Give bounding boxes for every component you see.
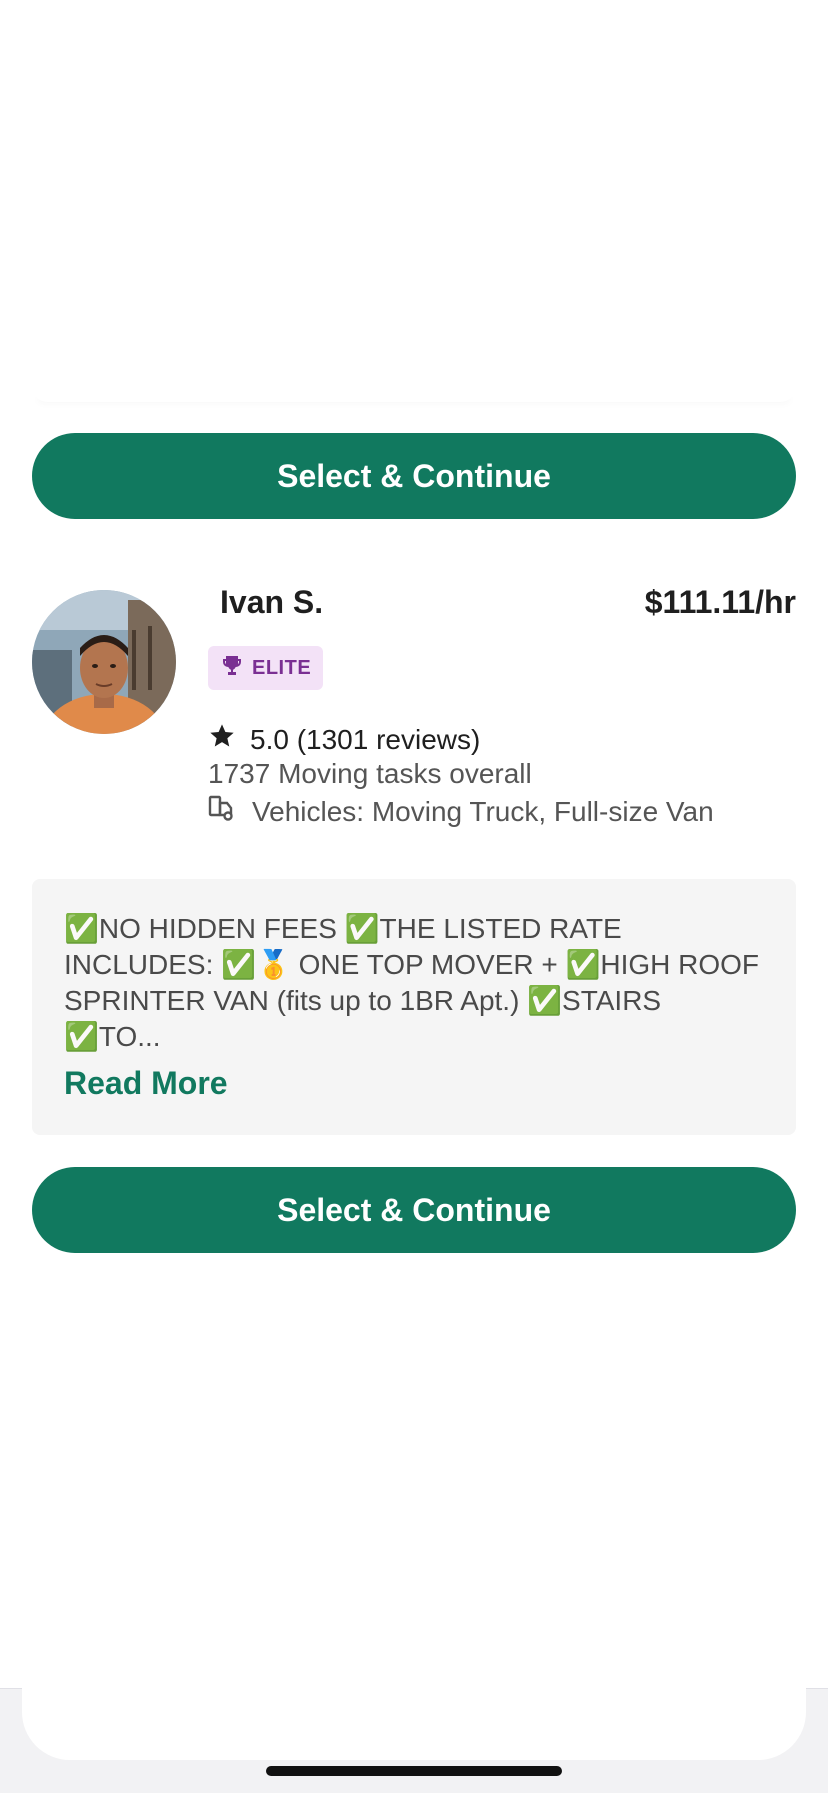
elite-badge: ELITE bbox=[208, 646, 324, 690]
previous-card-edge bbox=[32, 386, 796, 402]
tasks-text: 1737 Moving tasks overall bbox=[208, 758, 532, 789]
home-indicator[interactable] bbox=[266, 1766, 562, 1776]
tasks-count: 1737 Moving tasks overall bbox=[208, 758, 532, 790]
badge-label: ELITE bbox=[252, 656, 312, 679]
rating-row[interactable]: 5.0 (1301 reviews) bbox=[208, 722, 480, 757]
truck-icon bbox=[208, 794, 238, 829]
description-box: ✅NO HIDDEN FEES ✅THE LISTED RATE INCLUDE… bbox=[32, 879, 796, 1135]
star-icon bbox=[208, 722, 236, 757]
bottom-sheet bbox=[22, 1640, 806, 1760]
avatar[interactable] bbox=[32, 590, 176, 734]
select-continue-button[interactable]: Select & Continue bbox=[32, 433, 796, 519]
vehicles-row: Vehicles: Moving Truck, Full-size Van bbox=[208, 794, 714, 829]
tasker-name: Ivan S. bbox=[220, 584, 324, 620]
read-more-link[interactable]: Read More bbox=[64, 1065, 764, 1102]
vehicles-text: Vehicles: Moving Truck, Full-size Van bbox=[252, 795, 714, 827]
description-text: ✅NO HIDDEN FEES ✅THE LISTED RATE INCLUDE… bbox=[64, 913, 760, 1052]
avatar-photo bbox=[32, 590, 176, 734]
trophy-icon bbox=[220, 654, 244, 683]
hourly-rate: $111.11/hr bbox=[644, 584, 796, 620]
rating-text: 5.0 (1301 reviews) bbox=[250, 723, 481, 755]
select-continue-button[interactable]: Select & Continue bbox=[32, 1167, 796, 1253]
